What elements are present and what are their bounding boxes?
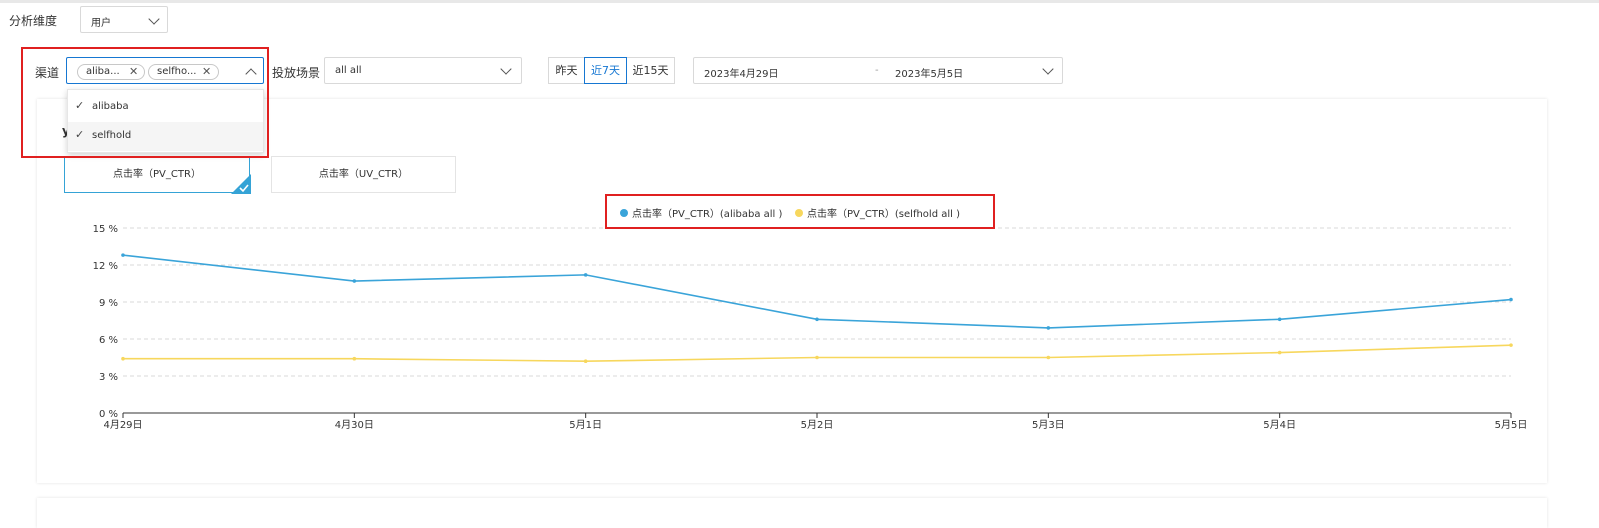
x-tick-label: 5月5日 [1495,419,1528,431]
y-tick-label: 9 % [99,298,118,309]
data-point [583,273,588,277]
x-tick-label: 5月1日 [569,419,602,431]
highlight-box-channel [21,47,269,158]
x-tick-label: 4月30日 [335,419,374,431]
data-point [583,359,588,364]
x-tick-label: 5月2日 [801,419,834,431]
data-point [121,356,125,361]
data-point [352,279,357,283]
y-tick-label: 0 % [99,409,118,420]
y-tick-label: 12 % [93,261,118,272]
data-point [121,253,125,257]
data-point [1046,355,1051,360]
data-point [1277,317,1282,322]
x-tick-label: 5月4日 [1263,419,1296,431]
x-tick-label: 4月29日 [103,419,142,431]
data-point [352,356,357,361]
range-7days-button[interactable]: 近7天 [584,57,627,84]
y-tick-label: 6 % [99,335,118,346]
data-point [1509,343,1513,347]
y-tick-label: 3 % [99,372,118,383]
y-tick-label: 15 % [93,224,118,235]
data-point [1277,350,1282,355]
data-point [815,355,819,360]
highlight-box-legend [605,194,995,229]
data-point [1046,326,1051,330]
data-point [815,317,819,322]
x-tick-label: 5月3日 [1032,419,1065,431]
series-line-0 [122,254,1512,329]
data-point [1509,297,1513,302]
